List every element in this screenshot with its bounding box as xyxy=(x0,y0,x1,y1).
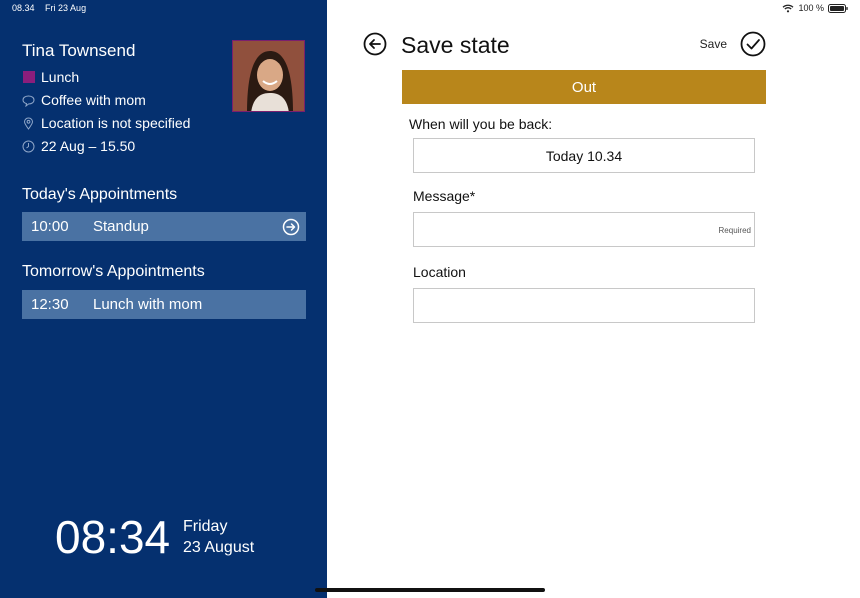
tomorrow-appointments-title: Tomorrow's Appointments xyxy=(22,263,205,280)
profile-message: Coffee with mom xyxy=(41,92,146,108)
status-color-icon xyxy=(22,71,35,84)
message-input[interactable]: Required xyxy=(413,212,755,247)
battery-icon xyxy=(828,3,848,13)
location-label: Location xyxy=(413,264,466,280)
big-clock-time: 08:34 xyxy=(55,511,171,563)
message-label: Message* xyxy=(413,188,476,204)
arrow-left-circle-icon xyxy=(363,32,387,56)
save-check-button[interactable] xyxy=(740,31,766,57)
status-time: 08.34 xyxy=(12,3,35,13)
profile-location: Location is not specified xyxy=(41,115,191,131)
today-appointments-title: Today's Appointments xyxy=(22,186,178,203)
appointment-title: Standup xyxy=(93,218,149,235)
avatar xyxy=(232,40,305,112)
save-state-panel: 100 % Save state Save Out When will you … xyxy=(327,0,860,598)
speech-bubble-icon xyxy=(22,94,35,107)
location-pin-icon xyxy=(22,116,35,130)
required-hint: Required xyxy=(718,226,751,235)
status-bar-right: 100 % xyxy=(782,3,848,13)
appointment-time: 10:00 xyxy=(31,218,69,235)
status-bar-left: 08.34 Fri 23 Aug xyxy=(12,3,94,13)
clock-weekday: Friday xyxy=(183,518,228,535)
avatar-photo-icon xyxy=(233,41,304,111)
appointment-item[interactable]: 12:30 Lunch with mom xyxy=(22,290,306,319)
back-time-value: Today 10.34 xyxy=(545,147,623,164)
appointment-time: 12:30 xyxy=(31,296,69,313)
wifi-icon xyxy=(783,4,794,12)
home-indicator[interactable] xyxy=(315,588,545,592)
profile-status: Lunch xyxy=(41,69,80,85)
profile-until-row: 22 Aug – 15.50 xyxy=(22,138,135,154)
save-button[interactable]: Save xyxy=(700,37,727,51)
profile-until: 22 Aug – 15.50 xyxy=(41,138,136,154)
clock-date: Friday 23 August xyxy=(183,516,254,558)
profile-message-row: Coffee with mom xyxy=(22,92,146,108)
clock-icon xyxy=(22,140,35,153)
state-banner[interactable]: Out xyxy=(402,70,766,104)
back-time-label: When will you be back: xyxy=(409,116,553,132)
arrow-right-circle-icon[interactable] xyxy=(276,218,306,236)
battery-percent: 100 % xyxy=(798,3,824,13)
profile-location-row: Location is not specified xyxy=(22,115,190,131)
checkmark-circle-icon xyxy=(740,31,766,57)
status-date: Fri 23 Aug xyxy=(45,3,87,13)
appointment-item[interactable]: 10:00 Standup xyxy=(22,212,306,241)
back-time-field[interactable]: Today 10.34 xyxy=(413,138,755,173)
profile-name: Tina Townsend xyxy=(22,41,136,60)
profile-status-row: Lunch xyxy=(22,69,79,85)
back-button[interactable] xyxy=(363,32,387,56)
page-title: Save state xyxy=(401,32,510,58)
location-input[interactable] xyxy=(413,288,755,323)
profile-panel: 08.34 Fri 23 Aug Tina Townsend Lunch Cof… xyxy=(0,0,327,598)
appointment-title: Lunch with mom xyxy=(93,296,203,313)
clock-day-month: 23 August xyxy=(183,539,255,556)
